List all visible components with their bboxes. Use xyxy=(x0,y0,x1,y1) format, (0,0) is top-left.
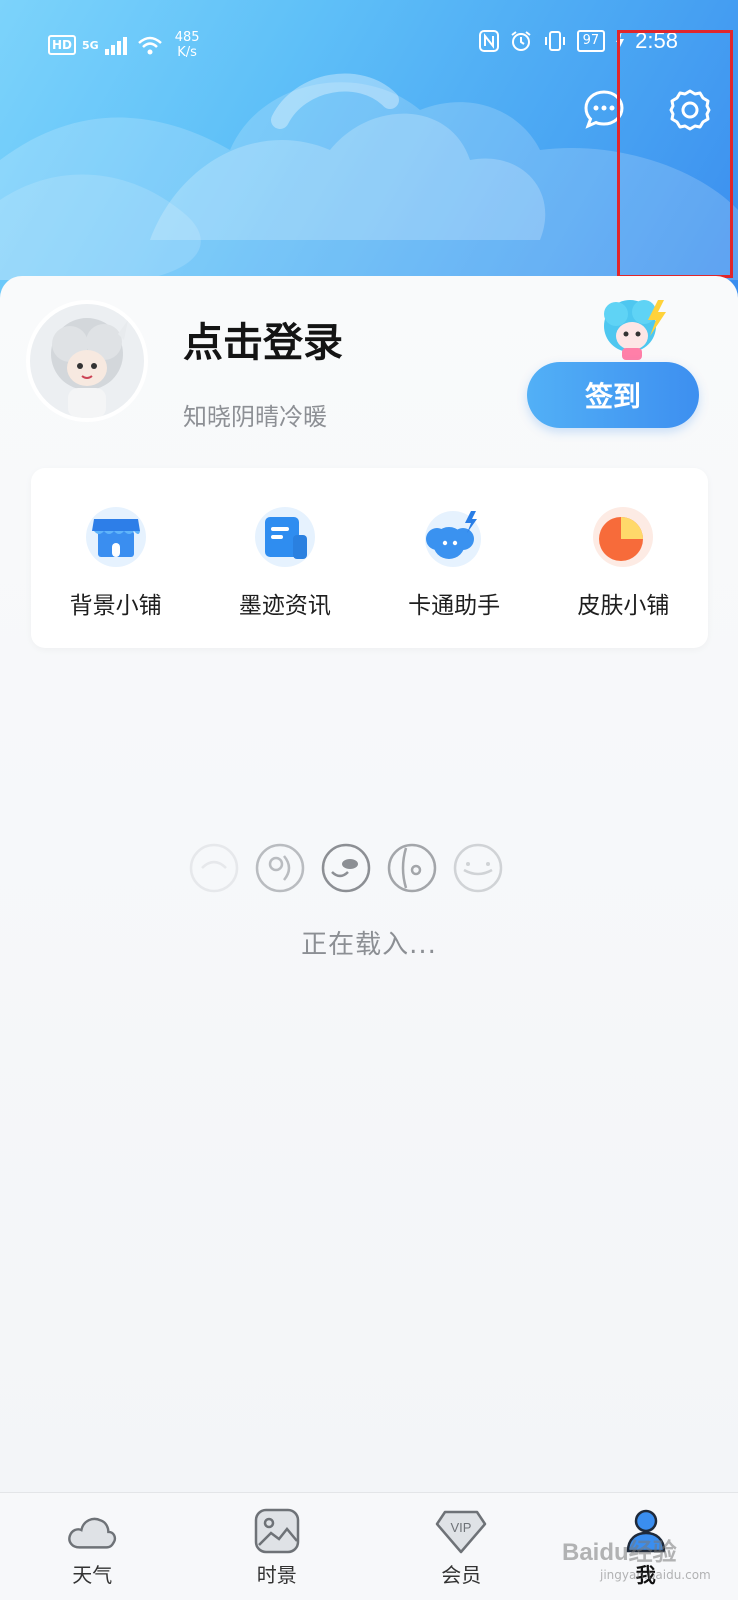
skin-shop-icon xyxy=(588,502,658,572)
nav-item-scenery[interactable]: 时景 xyxy=(185,1493,370,1600)
nav-label: 会员 xyxy=(441,1563,482,1587)
vip-icon: VIP xyxy=(435,1507,487,1555)
shortcut-card: 背景小铺 墨迹资讯 卡通助手 皮肤小铺 xyxy=(31,468,708,648)
loading-face-icon xyxy=(189,843,239,893)
default-avatar-illustration xyxy=(51,318,128,418)
mascot-icon xyxy=(604,300,666,360)
wifi-icon xyxy=(137,36,162,55)
nfc-icon xyxy=(478,30,499,52)
profile-subtitle: 知晓阴晴冷暖 xyxy=(183,403,327,431)
shortcut-background-shop[interactable]: 背景小铺 xyxy=(31,468,200,648)
status-left: HD 5G 485 K/s xyxy=(48,30,200,60)
svg-text:VIP: VIP xyxy=(451,1520,472,1535)
nav-item-vip[interactable]: VIP 会员 xyxy=(369,1493,554,1600)
shortcut-label: 卡通助手 xyxy=(408,593,501,619)
shortcut-moji-news[interactable]: 墨迹资讯 xyxy=(200,468,369,648)
storefront-icon xyxy=(81,502,151,572)
login-title[interactable]: 点击登录 xyxy=(183,310,343,368)
battery-indicator: 97 xyxy=(576,30,606,52)
shortcut-label: 墨迹资讯 xyxy=(238,593,331,619)
shortcut-cartoon-assistant[interactable]: 卡通助手 xyxy=(370,468,539,648)
watermark: Baidu经验 xyxy=(562,1539,677,1566)
highlight-annotation-box xyxy=(617,30,733,278)
speed-unit: K/s xyxy=(177,45,197,60)
shortcut-label: 皮肤小铺 xyxy=(577,593,670,619)
loading-face-icon xyxy=(321,843,371,893)
network-speed: 485 K/s xyxy=(175,30,200,60)
loading-animation xyxy=(188,842,504,894)
nav-label: 天气 xyxy=(72,1563,113,1587)
shortcut-skin-shop[interactable]: 皮肤小铺 xyxy=(539,468,708,648)
nav-label: 时景 xyxy=(256,1563,297,1587)
checkin-button[interactable]: 签到 xyxy=(527,362,699,428)
speed-value: 485 xyxy=(174,30,200,45)
alarm-icon xyxy=(511,31,531,51)
loading-text: 正在载入... xyxy=(301,930,437,960)
shortcut-label: 背景小铺 xyxy=(69,593,162,619)
news-icon xyxy=(250,502,320,572)
weather-cloud-icon xyxy=(66,1507,118,1555)
network-label: 5G xyxy=(82,38,99,52)
loading-face-icon xyxy=(255,843,305,893)
loading-face-icon xyxy=(387,843,437,893)
photo-icon xyxy=(251,1507,303,1555)
signal-icon xyxy=(104,37,127,55)
vibrate-icon xyxy=(544,31,565,51)
watermark-url: jingyan.baidu.com xyxy=(600,1568,711,1582)
loading-face-icon xyxy=(453,843,503,893)
avatar[interactable] xyxy=(26,300,148,422)
hd-badge: HD xyxy=(48,35,77,55)
nav-item-weather[interactable]: 天气 xyxy=(0,1493,185,1600)
cartoon-assistant-icon xyxy=(419,502,489,572)
